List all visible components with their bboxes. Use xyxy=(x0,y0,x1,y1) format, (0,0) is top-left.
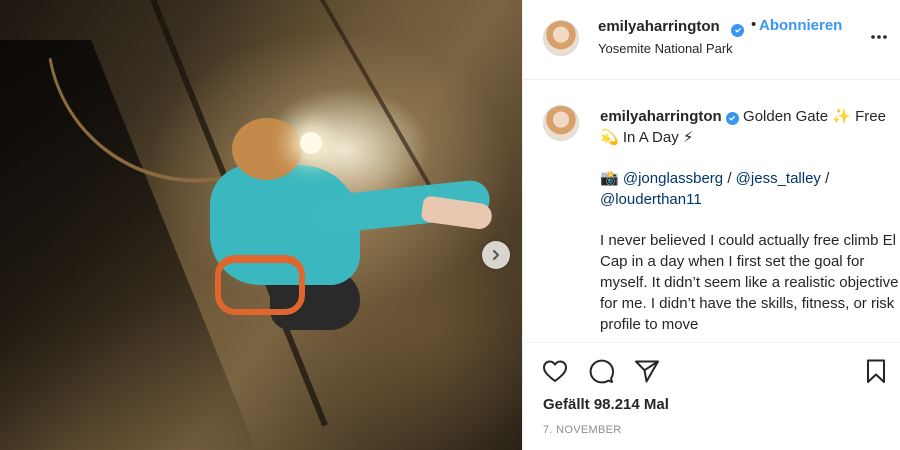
post-photo[interactable] xyxy=(0,0,522,450)
caption-text: emilyaharrington Golden Gate ✨ Free 💫 In… xyxy=(600,106,900,335)
next-photo-button[interactable] xyxy=(482,241,510,269)
like-count[interactable]: Gefällt 98.214 Mal xyxy=(543,396,669,413)
follow-button[interactable]: Abonnieren xyxy=(759,17,842,34)
mention-link[interactable]: @jonglassberg xyxy=(623,170,723,187)
paper-plane-icon[interactable] xyxy=(633,357,661,385)
bookmark-icon[interactable] xyxy=(862,357,890,385)
post-date[interactable]: 7. NOVEMBER xyxy=(543,424,622,436)
mention-separator: / xyxy=(723,170,736,187)
mention-separator: / xyxy=(820,170,830,187)
post-header: emilyaharrington • Abonnieren Yosemite N… xyxy=(523,0,900,80)
chevron-right-icon xyxy=(493,250,499,260)
comment-bubble-icon[interactable] xyxy=(587,357,615,385)
climber-head xyxy=(232,118,302,180)
climber-harness xyxy=(215,255,305,315)
headlamp-light xyxy=(300,132,322,154)
verified-badge xyxy=(731,20,744,38)
post-location[interactable]: Yosemite National Park xyxy=(598,41,733,56)
header-separator: • xyxy=(751,16,757,33)
camera-emoji: 📸 xyxy=(600,170,619,187)
verified-badge-icon xyxy=(725,111,739,125)
caption-avatar[interactable] xyxy=(543,105,579,141)
climber-figure xyxy=(200,110,510,340)
heart-icon[interactable] xyxy=(541,357,569,385)
post-actions: Gefällt 98.214 Mal 7. NOVEMBER xyxy=(523,342,900,450)
avatar[interactable] xyxy=(543,20,579,56)
more-options-icon[interactable] xyxy=(869,27,889,47)
post-side-panel: emilyaharrington • Abonnieren Yosemite N… xyxy=(522,0,900,450)
mention-link[interactable]: @jess_talley xyxy=(736,170,821,187)
mention-link[interactable]: @louderthan11 xyxy=(600,191,702,208)
verified-badge-icon xyxy=(731,23,744,37)
caption-body: I never believed I could actually free c… xyxy=(600,232,899,333)
post-caption: emilyaharrington Golden Gate ✨ Free 💫 In… xyxy=(523,80,900,342)
caption-username[interactable]: emilyaharrington xyxy=(600,108,722,125)
post-username[interactable]: emilyaharrington xyxy=(598,18,720,35)
